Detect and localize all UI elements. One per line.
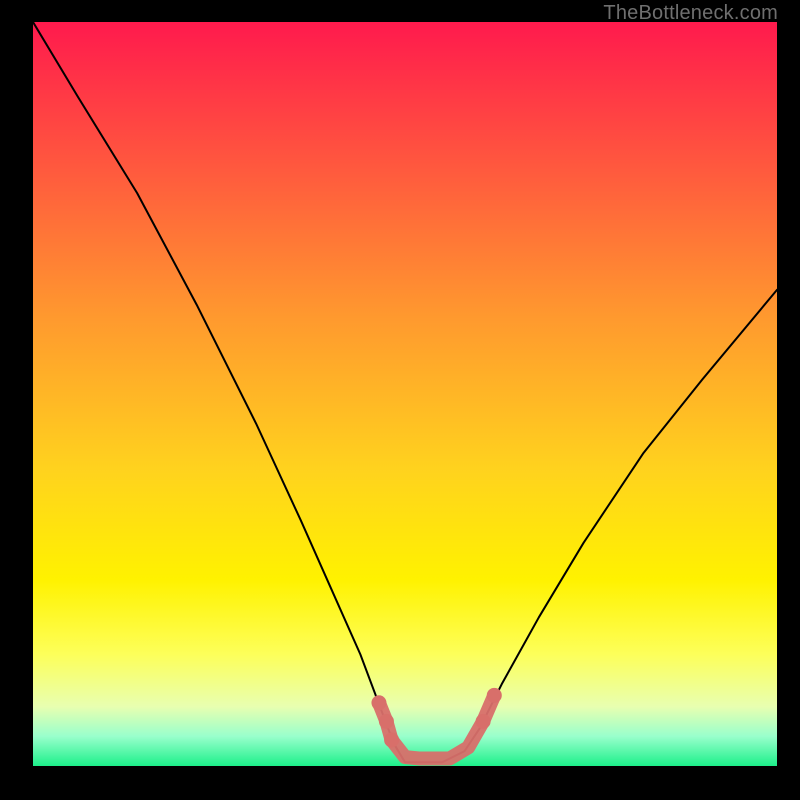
highlight-dot	[384, 732, 399, 747]
chart-frame: TheBottleneck.com	[0, 0, 800, 800]
plot-area	[33, 22, 777, 766]
watermark-text: TheBottleneck.com	[603, 2, 778, 25]
highlight-dot	[379, 714, 394, 729]
bottleneck-curve	[33, 22, 777, 762]
highlight-segment	[379, 695, 494, 758]
curve-layer	[33, 22, 777, 766]
highlight-dot	[487, 688, 502, 703]
highlight-dot	[476, 714, 491, 729]
highlight-dot	[371, 695, 386, 710]
